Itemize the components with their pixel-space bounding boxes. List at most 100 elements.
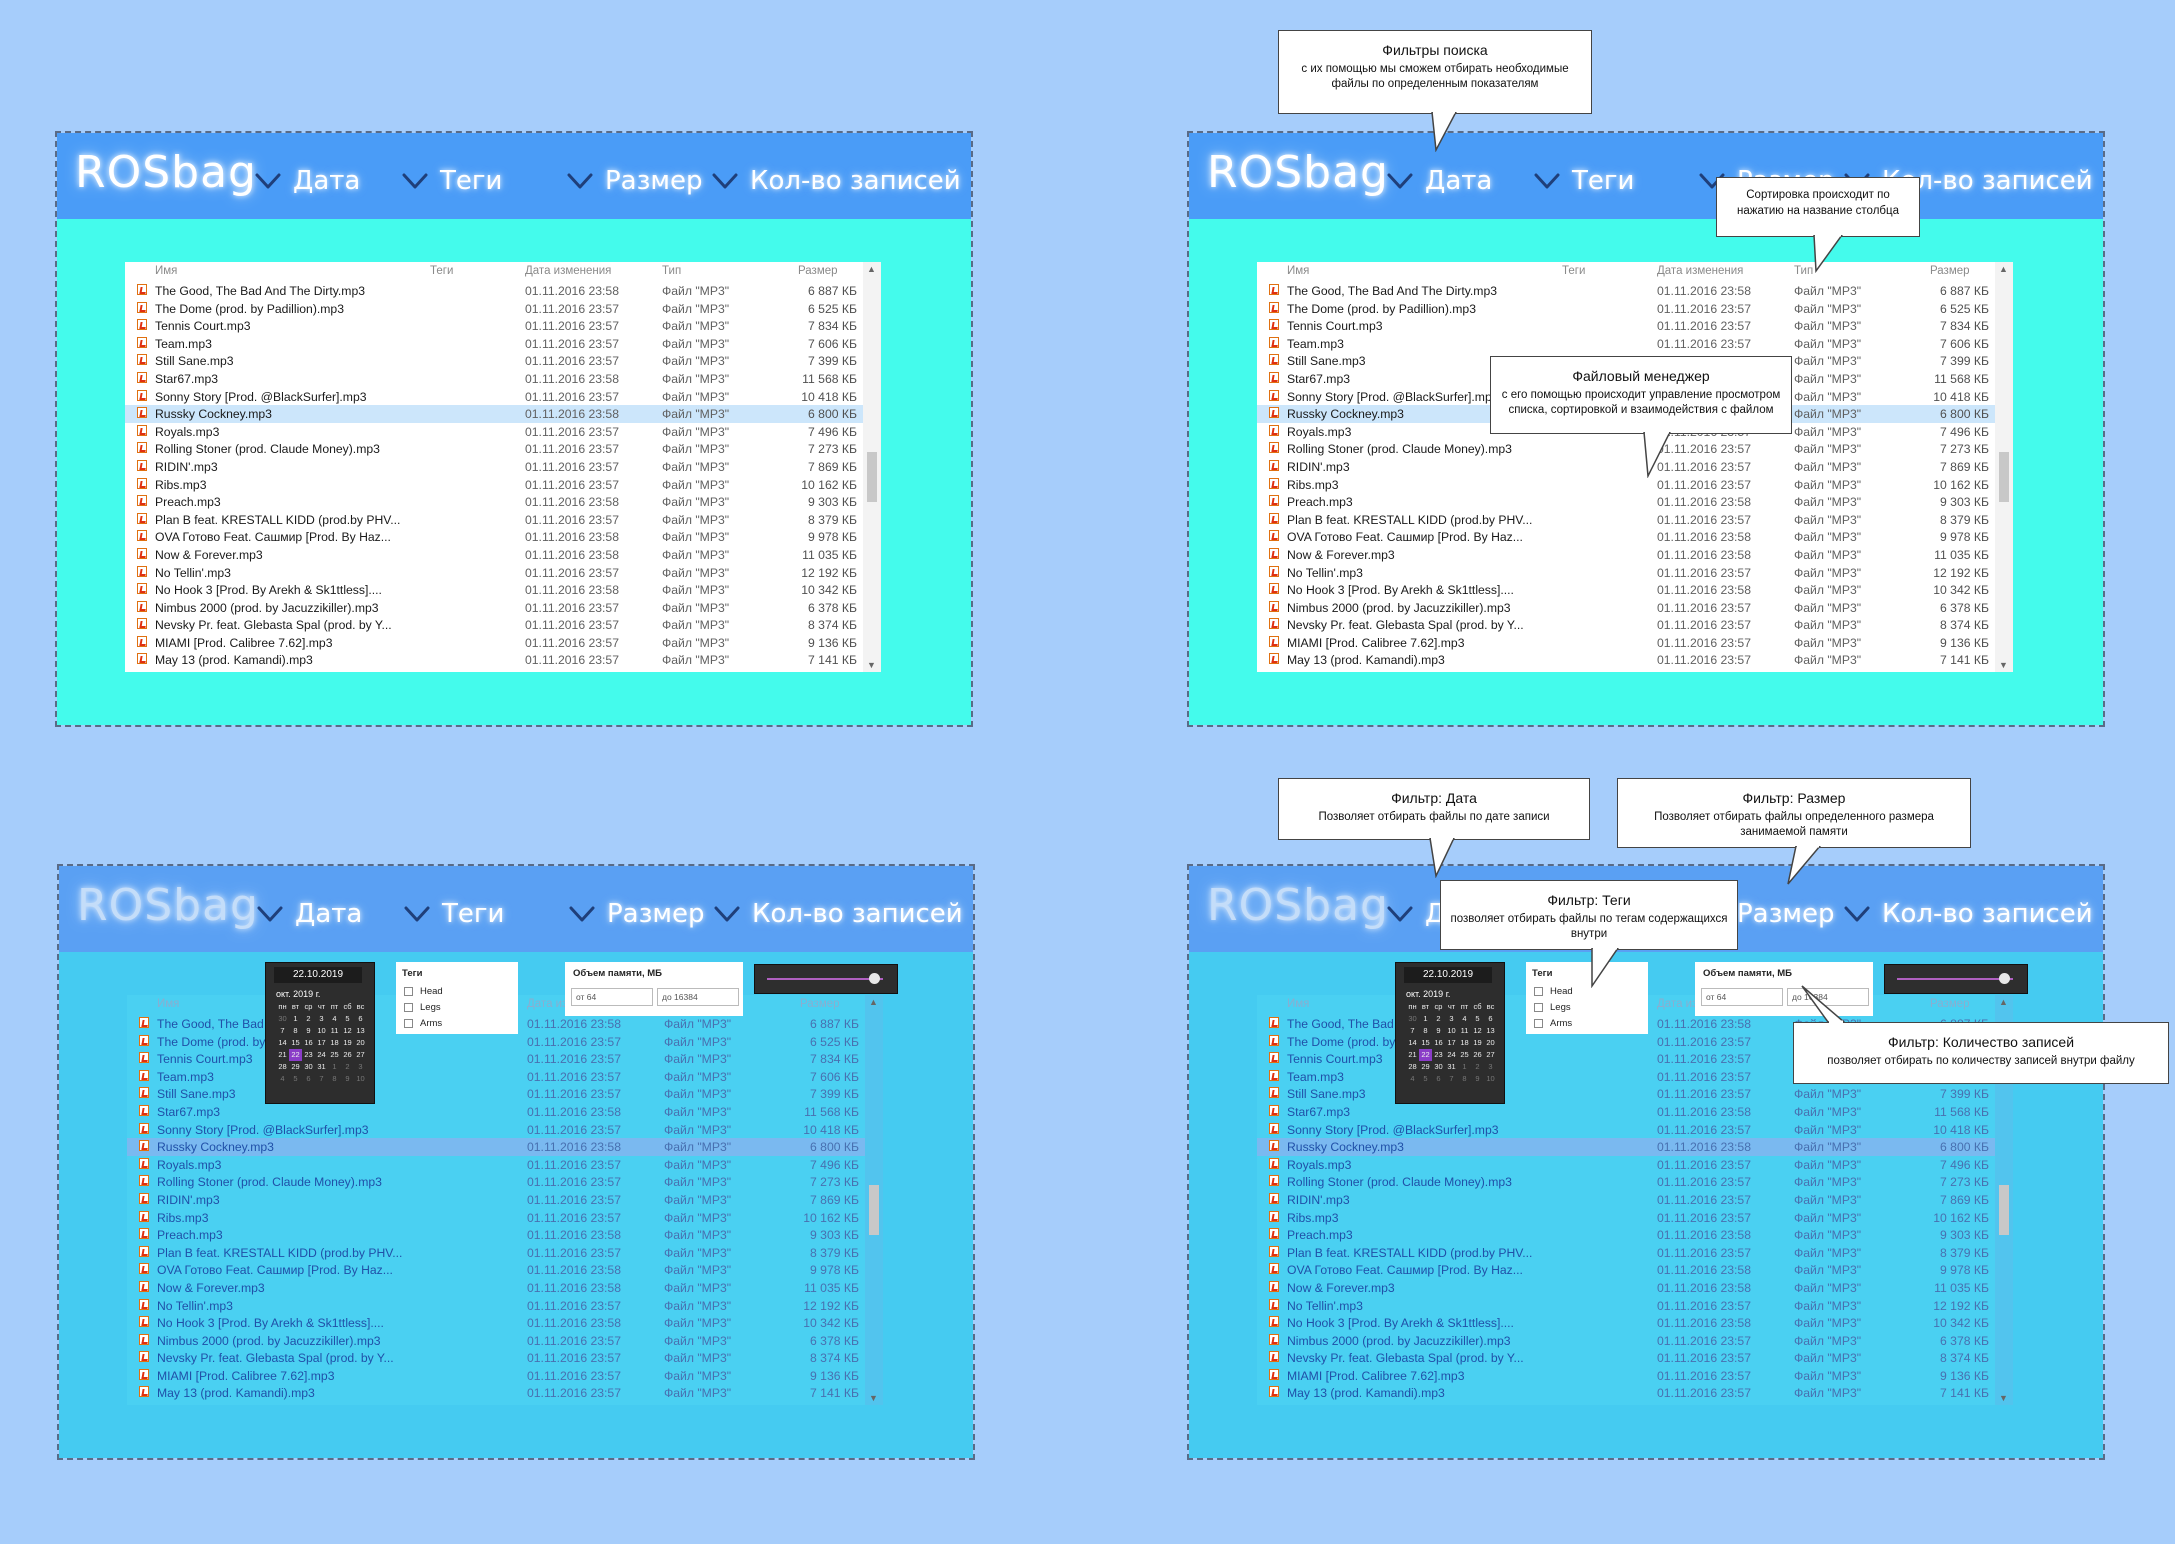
calendar-day[interactable]: 4	[1406, 1073, 1419, 1085]
file-row[interactable]: The Dome (prod. by Padillion).mp3 01.11.2…	[127, 1033, 883, 1051]
calendar-day[interactable]: 15	[1419, 1037, 1432, 1049]
calendar-day[interactable]: 1	[289, 1013, 302, 1025]
file-row[interactable]: RIDIN'.mp3 01.11.2016 23:57 Файл "MP3" 7 86…	[1257, 458, 2013, 476]
slider-track[interactable]	[1897, 978, 2013, 980]
calendar-day[interactable]: 6	[302, 1073, 315, 1085]
column-name[interactable]: Имя	[157, 998, 179, 1010]
date-input[interactable]: 22.10.2019	[274, 967, 362, 983]
nav-filter-records[interactable]: Кол-во записей	[1844, 899, 2093, 929]
file-row[interactable]: Star67.mp3 01.11.2016 23:58 Файл "MP3" 11 5…	[1257, 1103, 2013, 1121]
calendar-day[interactable]: 11	[328, 1025, 341, 1037]
calendar-day[interactable]: 20	[354, 1037, 367, 1049]
file-row[interactable]: Nimbus 2000 (prod. by Jacuzzikiller).mp3…	[1257, 599, 2013, 617]
calendar-day[interactable]: 4	[1458, 1013, 1471, 1025]
calendar-day[interactable]: 16	[1432, 1037, 1445, 1049]
file-row[interactable]: Russky Cockney.mp3 01.11.2016 23:58 Файл "…	[1257, 1138, 2013, 1156]
file-row[interactable]: Preach.mp3 01.11.2016 23:58 Файл "MP3" 9 30…	[1257, 1226, 2013, 1244]
calendar-day[interactable]: 5	[341, 1013, 354, 1025]
calendar-day[interactable]: 9	[1432, 1025, 1445, 1037]
file-row[interactable]: No Hook 3 [Prod. By Arekh & Sk1ttless]..…	[127, 1314, 883, 1332]
calendar-day[interactable]: 19	[1471, 1037, 1484, 1049]
file-row[interactable]: No Hook 3 [Prod. By Arekh & Sk1ttless]..…	[1257, 581, 2013, 599]
size-from-input[interactable]: от 64	[1701, 988, 1783, 1006]
file-manager[interactable]: Имя Теги Дата изменения Тип Размер The G…	[125, 262, 881, 672]
nav-filter-date[interactable]: Дата	[1387, 166, 1492, 196]
file-row[interactable]: Preach.mp3 01.11.2016 23:58 Файл "MP3" 9 30…	[125, 493, 881, 511]
file-row[interactable]: Now & Forever.mp3 01.11.2016 23:58 Файл "M…	[127, 1279, 883, 1297]
scroll-down-icon[interactable]: ▼	[1999, 1393, 2008, 1403]
nav-filter-records[interactable]: Кол-во записей	[712, 166, 961, 196]
file-row[interactable]: Preach.mp3 01.11.2016 23:58 Файл "MP3" 9 30…	[1257, 493, 2013, 511]
file-manager[interactable]: Имя Теги Дата изменения Тип Размер The G…	[127, 995, 883, 1405]
file-row[interactable]: Russky Cockney.mp3 01.11.2016 23:58 Файл "…	[127, 1138, 883, 1156]
tag-checkbox-head[interactable]	[1534, 987, 1543, 996]
calendar-day[interactable]: 2	[341, 1061, 354, 1073]
file-row[interactable]: Rolling Stoner (prod. Claude Money).mp3 0…	[1257, 440, 2013, 458]
calendar-day[interactable]: 8	[328, 1073, 341, 1085]
calendar-day[interactable]: 7	[276, 1025, 289, 1037]
tag-checkbox-head[interactable]	[404, 987, 413, 996]
nav-filter-size[interactable]: Размер	[567, 166, 703, 196]
scroll-thumb[interactable]	[869, 1185, 879, 1235]
calendar-day[interactable]: 27	[1484, 1049, 1497, 1061]
file-row[interactable]: Rolling Stoner (prod. Claude Money).mp3 0…	[1257, 1173, 2013, 1191]
calendar-day[interactable]: 30	[302, 1061, 315, 1073]
file-row[interactable]: OVA Готово Feat. Сашмир [Prod. By Haz...…	[125, 528, 881, 546]
nav-filter-tags[interactable]: Теги	[404, 899, 504, 929]
calendar-day[interactable]: 29	[1419, 1061, 1432, 1073]
file-row[interactable]: Tennis Court.mp301.11.2016 23:57Файл "MP…	[1257, 317, 2013, 335]
file-row[interactable]: Now & Forever.mp3 01.11.2016 23:58 Файл "M…	[1257, 546, 2013, 564]
scroll-down-icon[interactable]: ▼	[869, 1393, 878, 1403]
calendar-day[interactable]: 21	[276, 1049, 289, 1061]
column-size[interactable]: Размер	[798, 265, 838, 277]
column-name[interactable]: Имя	[1287, 998, 1309, 1010]
file-row[interactable]: No Tellin'.mp3 01.11.2016 23:57 Файл "MP3"…	[1257, 564, 2013, 582]
file-row[interactable]: May 13 (prod. Kamandi).mp3 01.11.2016 23:…	[1257, 1384, 2013, 1402]
scroll-up-icon[interactable]: ▲	[1999, 264, 2008, 274]
calendar-day[interactable]: 13	[1484, 1025, 1497, 1037]
file-row[interactable]: Tennis Court.mp301.11.2016 23:57Файл "MP…	[127, 1050, 883, 1068]
calendar-day[interactable]: 2	[1432, 1013, 1445, 1025]
file-row[interactable]: Plan B feat. KRESTALL KIDD (prod.by PHV.…	[1257, 1244, 2013, 1262]
file-row[interactable]: Sonny Story [Prod. @BlackSurfer].mp3 01.1…	[1257, 1121, 2013, 1139]
file-row[interactable]: Ribs.mp3 01.11.2016 23:57 Файл "MP3" 10 162…	[1257, 476, 2013, 494]
calendar-day[interactable]: 1	[1458, 1061, 1471, 1073]
file-row[interactable]: Nimbus 2000 (prod. by Jacuzzikiller).mp3…	[127, 1332, 883, 1350]
date-picker[interactable]: 22.10.2019 окт. 2019 г. пн вт ср чт пт сб вс 30…	[265, 962, 375, 1104]
nav-filter-tags[interactable]: Теги	[402, 166, 502, 196]
file-row[interactable]: The Good, The Bad And The Dirty.mp3 01.11…	[1257, 282, 2013, 300]
calendar-grid[interactable]: пн вт ср чт пт сб вс30 1 2 3 4 5 67 8 9 10 11 12 1314 15 16 1…	[276, 1001, 368, 1085]
records-slider[interactable]	[754, 964, 898, 994]
file-row[interactable]: Rolling Stoner (prod. Claude Money).mp3 0…	[125, 440, 881, 458]
file-row[interactable]: Plan B feat. KRESTALL KIDD (prod.by PHV.…	[1257, 511, 2013, 529]
calendar-day[interactable]: 10	[1484, 1073, 1497, 1085]
file-row[interactable]: MIAMI [Prod. Calibree 7.62].mp3 01.11.201…	[1257, 1367, 2013, 1385]
file-row[interactable]: Nimbus 2000 (prod. by Jacuzzikiller).mp3…	[1257, 1332, 2013, 1350]
column-size[interactable]: Размер	[1930, 265, 1970, 277]
calendar-day[interactable]: 15	[289, 1037, 302, 1049]
calendar-day[interactable]: 17	[1445, 1037, 1458, 1049]
calendar-day[interactable]: 18	[1458, 1037, 1471, 1049]
column-tags[interactable]: Теги	[430, 265, 453, 277]
calendar-day[interactable]: 12	[1471, 1025, 1484, 1037]
calendar-day[interactable]: 30	[1406, 1013, 1419, 1025]
calendar-day[interactable]: 10	[315, 1025, 328, 1037]
calendar-day[interactable]: 31	[315, 1061, 328, 1073]
file-row[interactable]: The Dome (prod. by Padillion).mp3 01.11.2…	[1257, 300, 2013, 318]
calendar-day[interactable]: 2	[1471, 1061, 1484, 1073]
file-row[interactable]: Sonny Story [Prod. @BlackSurfer].mp3 01.1…	[127, 1121, 883, 1139]
date-picker[interactable]: 22.10.2019 окт. 2019 г. пн вт ср чт пт сб вс 30…	[1395, 962, 1505, 1104]
file-row[interactable]: Royals.mp3 01.11.2016 23:57 Файл "MP3" 7 49…	[1257, 1156, 2013, 1174]
column-date[interactable]: Дата изменения	[525, 265, 611, 277]
calendar-day[interactable]: 26	[1471, 1049, 1484, 1061]
calendar-day[interactable]: 20	[1484, 1037, 1497, 1049]
calendar-day[interactable]: 12	[341, 1025, 354, 1037]
calendar-day[interactable]: 8	[1419, 1025, 1432, 1037]
file-row[interactable]: Nimbus 2000 (prod. by Jacuzzikiller).mp3…	[125, 599, 881, 617]
file-row[interactable]: Plan B feat. KRESTALL KIDD (prod.by PHV.…	[125, 511, 881, 529]
size-from-input[interactable]: от 64	[571, 988, 653, 1006]
calendar-day[interactable]: 6	[1432, 1073, 1445, 1085]
column-size[interactable]: Размер	[1930, 998, 1970, 1010]
nav-filter-size[interactable]: Размер	[569, 899, 705, 929]
file-manager[interactable]: Имя Теги Дата изменения Тип Размер The G…	[1257, 262, 2013, 672]
